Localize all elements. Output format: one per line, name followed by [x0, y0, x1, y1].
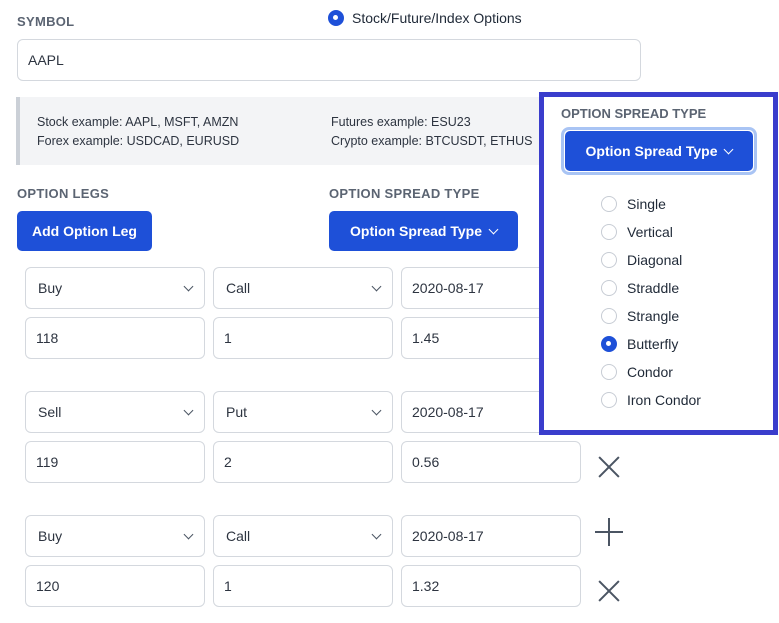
leg-3-type-value: Call — [226, 528, 251, 544]
leg-1-strike-input[interactable]: 118 — [25, 317, 205, 359]
option-diagonal[interactable]: Diagonal — [601, 252, 682, 268]
radio-icon[interactable] — [601, 308, 617, 324]
chevron-down-icon — [488, 224, 499, 234]
radio-selected-icon[interactable] — [601, 336, 617, 352]
futures-example: Futures example: ESU23 — [331, 115, 471, 129]
chevron-down-icon — [371, 529, 382, 539]
chevron-down-icon — [724, 144, 734, 154]
spread-type-button-label: Option Spread Type — [350, 223, 482, 239]
leg-2-type-select[interactable]: Put — [213, 391, 393, 433]
option-condor[interactable]: Condor — [601, 364, 673, 380]
leg-2-type-value: Put — [226, 404, 248, 420]
option-label: Vertical — [627, 224, 673, 240]
radio-icon[interactable] — [601, 364, 617, 380]
chevron-down-icon — [183, 405, 194, 415]
remove-leg-3-icon[interactable] — [597, 579, 621, 603]
stock-example: Stock example: AAPL, MSFT, AMZN — [37, 115, 239, 129]
leg-2-side-value: Sell — [38, 404, 62, 420]
leg-1-type-value: Call — [226, 280, 251, 296]
add-option-leg-label: Add Option Leg — [32, 223, 137, 239]
option-straddle[interactable]: Straddle — [601, 280, 679, 296]
spread-type-label: OPTION SPREAD TYPE — [329, 186, 480, 201]
asset-type-radio[interactable]: Stock/Future/Index Options — [328, 10, 522, 26]
leg-1-side-select[interactable]: Buy — [25, 267, 205, 309]
chevron-down-icon — [371, 281, 382, 291]
leg-3-side-select[interactable]: Buy — [25, 515, 205, 557]
add-option-leg-button[interactable]: Add Option Leg — [17, 211, 152, 251]
asset-type-label: Stock/Future/Index Options — [352, 10, 522, 26]
chevron-down-icon — [183, 281, 194, 291]
leg-2-quantity-input[interactable]: 2 — [213, 441, 393, 483]
leg-3-side-value: Buy — [38, 528, 63, 544]
symbol-input[interactable]: AAPL — [17, 39, 641, 81]
option-label: Diagonal — [627, 252, 683, 268]
chevron-down-icon — [371, 405, 382, 415]
leg-3-type-select[interactable]: Call — [213, 515, 393, 557]
dropdown-button-focus-ring: Option Spread Type — [561, 127, 757, 175]
radio-icon[interactable] — [601, 252, 617, 268]
radio-icon[interactable] — [601, 224, 617, 240]
option-iron-condor[interactable]: Iron Condor — [601, 392, 701, 408]
leg-3-price-input[interactable]: 1.32 — [401, 565, 581, 607]
dropdown-spread-type-button[interactable]: Option Spread Type — [565, 131, 753, 171]
remove-leg-2-icon[interactable] — [597, 455, 621, 479]
leg-3-quantity-input[interactable]: 1 — [213, 565, 393, 607]
forex-example: Forex example: USDCAD, EURUSD — [37, 134, 240, 148]
leg-2-price-input[interactable]: 0.56 — [401, 441, 581, 483]
radio-selected-icon[interactable] — [328, 10, 344, 26]
option-label: Butterfly — [627, 336, 679, 352]
option-label: Single — [627, 196, 666, 212]
dropdown-label: OPTION SPREAD TYPE — [561, 106, 707, 121]
leg-2-side-select[interactable]: Sell — [25, 391, 205, 433]
option-vertical[interactable]: Vertical — [601, 224, 673, 240]
spread-type-button[interactable]: Option Spread Type — [329, 211, 518, 251]
option-label: Strangle — [627, 308, 680, 324]
leg-2-strike-input[interactable]: 119 — [25, 441, 205, 483]
dropdown-button-label: Option Spread Type — [585, 143, 718, 159]
crypto-example: Crypto example: BTCUSDT, ETHUS — [331, 134, 533, 148]
option-label: Iron Condor — [627, 392, 701, 408]
symbol-label: SYMBOL — [17, 14, 75, 29]
radio-icon[interactable] — [601, 392, 617, 408]
option-strangle[interactable]: Strangle — [601, 308, 679, 324]
option-legs-label: OPTION LEGS — [17, 186, 110, 201]
radio-icon[interactable] — [601, 280, 617, 296]
option-label: Straddle — [627, 280, 680, 296]
leg-3-expiry-input[interactable]: 2020-08-17 — [401, 515, 581, 557]
leg-3-strike-input[interactable]: 120 — [25, 565, 205, 607]
option-butterfly[interactable]: Butterfly — [601, 336, 678, 352]
leg-1-type-select[interactable]: Call — [213, 267, 393, 309]
leg-1-quantity-input[interactable]: 1 — [213, 317, 393, 359]
leg-1-side-value: Buy — [38, 280, 63, 296]
option-label: Condor — [627, 364, 673, 380]
radio-icon[interactable] — [601, 196, 617, 212]
option-single[interactable]: Single — [601, 196, 666, 212]
chevron-down-icon — [183, 529, 194, 539]
add-leg-plus-icon[interactable] — [595, 518, 623, 546]
spread-type-dropdown-panel: OPTION SPREAD TYPE Option Spread Type Si… — [539, 92, 778, 435]
